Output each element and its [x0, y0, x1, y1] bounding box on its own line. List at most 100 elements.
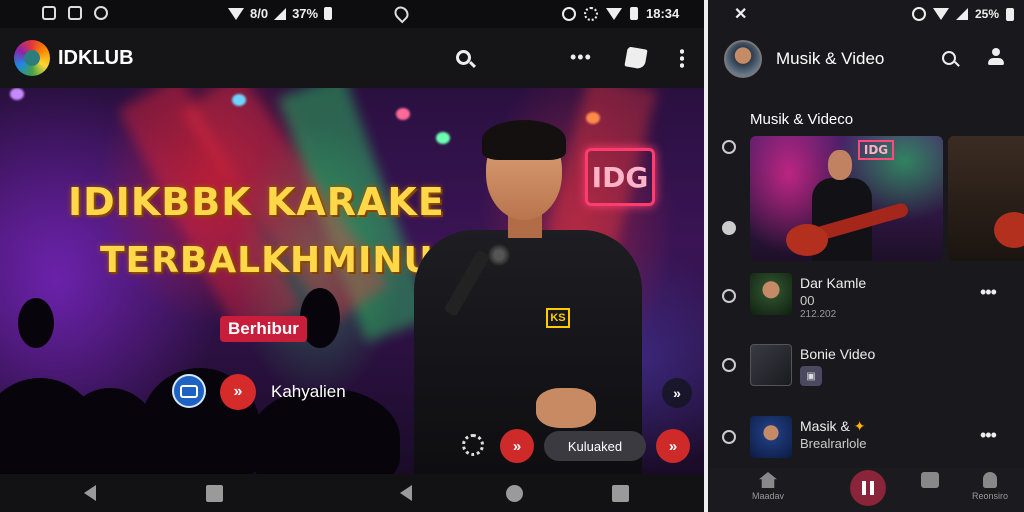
- section-heading: Musik & Videco: [750, 111, 854, 128]
- system-indicators: 8/0 37%: [228, 6, 333, 21]
- back-icon-2[interactable]: [400, 485, 412, 501]
- microphone-head: [488, 244, 510, 266]
- app-title: IDKLUB: [58, 47, 134, 69]
- bottom-nav: Maadav Reonsiro: [708, 468, 1024, 512]
- tab-account[interactable]: Reonsiro: [960, 472, 1020, 501]
- hero-video[interactable]: IDG IDIKBBK KARAKE TERBALKHMINU Berhibur…: [0, 88, 704, 474]
- guitar-body: [786, 224, 828, 256]
- account-icon: [983, 472, 997, 488]
- app-bar-right: Musik & Video: [708, 34, 1024, 82]
- gallery-icon: [42, 6, 56, 20]
- back-icon[interactable]: [84, 485, 96, 501]
- singer-hand: [536, 388, 596, 428]
- hero-title-line1: IDIKBBK KARAKE: [68, 180, 445, 224]
- action-pill[interactable]: Kuluaked: [544, 431, 646, 461]
- status-bar-right: ✕ 25%: [708, 0, 1024, 28]
- singer-figure: KS: [398, 118, 648, 474]
- player-controls: » Kuluaked »: [450, 428, 700, 464]
- battery-icon-right: [1006, 7, 1015, 21]
- thumbnail-sign: IDG: [858, 140, 894, 160]
- settings-icon[interactable]: [462, 434, 484, 456]
- notification-icons: [42, 6, 108, 20]
- item-subtitle: 00: [800, 293, 815, 308]
- tab-home-label: Maadav: [751, 491, 785, 501]
- video-caption: Kahyalien: [271, 382, 346, 401]
- next-button[interactable]: »: [500, 429, 534, 463]
- next-video-thumbnail[interactable]: [948, 136, 1024, 261]
- guitar-shape: [994, 212, 1024, 248]
- audio-icon[interactable]: [722, 221, 736, 235]
- battery-level-text: 8/0: [250, 6, 269, 21]
- battery-percent: 37%: [292, 6, 319, 21]
- shirt-logo: KS: [546, 308, 570, 328]
- photo-icon: [68, 6, 82, 20]
- signal-icon: [274, 7, 287, 20]
- refresh-icon[interactable]: [722, 140, 736, 154]
- status-right: 18:34: [562, 6, 679, 21]
- cast-button[interactable]: [172, 374, 206, 408]
- nfc-icon: [94, 6, 108, 20]
- item-title: Bonie Video: [800, 346, 876, 362]
- search-icon-side[interactable]: [722, 358, 736, 372]
- skip-forward-button[interactable]: »: [656, 429, 690, 463]
- item-badge-icon: ▣: [800, 366, 822, 386]
- battery-percent-right: 25%: [975, 7, 1000, 21]
- crowd-silhouette: [18, 298, 54, 348]
- hero-title-line2: TERBALKHMINU: [100, 240, 434, 281]
- item-title-text: Masik &: [800, 418, 850, 434]
- list-item[interactable]: Dar Kamle 00 212.202 •••: [750, 273, 1024, 321]
- alarm-icon: [562, 6, 576, 21]
- wifi-icon-2: [606, 7, 622, 20]
- comment-icon[interactable]: [722, 289, 736, 303]
- skip-button[interactable]: »: [662, 378, 692, 408]
- app-logo[interactable]: [14, 40, 50, 76]
- library-icon: [921, 472, 939, 488]
- list-item[interactable]: Masik & ✦ Brealrarlole •••: [750, 416, 1024, 464]
- tab-library[interactable]: [900, 472, 960, 491]
- item-thumbnail: [750, 416, 792, 458]
- page-title: Musik & Video: [776, 49, 885, 68]
- guitarist-head: [828, 150, 852, 180]
- home-icon-tab: [759, 472, 777, 488]
- search-icon-right[interactable]: [942, 51, 956, 65]
- item-more-icon[interactable]: •••: [980, 426, 997, 444]
- pause-button[interactable]: [850, 470, 886, 506]
- right-phone: ✕ 25% Musik & Video Musik & Videco IDG D…: [708, 0, 1024, 512]
- extensions-icon[interactable]: [624, 46, 648, 70]
- more-horizontal-icon[interactable]: •••: [570, 48, 592, 66]
- forward-button[interactable]: »: [220, 374, 256, 410]
- list-item[interactable]: Bonie Video ▣: [750, 344, 1024, 392]
- avatar[interactable]: [724, 40, 762, 78]
- wifi-icon-right: [933, 8, 949, 20]
- system-nav-bar: [0, 474, 704, 512]
- battery-icon: [324, 7, 333, 20]
- search-icon[interactable]: [456, 50, 471, 65]
- clock: 18:34: [646, 6, 680, 21]
- tab-account-label: Reonsiro: [971, 491, 1009, 501]
- signal-icon-right: [956, 8, 968, 20]
- recents-icon[interactable]: [206, 485, 223, 502]
- alarm-icon-right: [912, 7, 926, 21]
- wifi-icon: [228, 7, 244, 20]
- item-subtitle: Brealrarlole: [800, 436, 867, 451]
- featured-video-thumbnail[interactable]: IDG: [750, 136, 943, 261]
- sparkle-icon: ✦: [853, 418, 866, 434]
- profile-icon[interactable]: [988, 48, 1004, 66]
- close-icon[interactable]: ✕: [734, 4, 747, 24]
- stage-light: [232, 94, 246, 106]
- singer-hair: [482, 120, 566, 160]
- sync-icon: [584, 6, 598, 21]
- item-more-icon[interactable]: •••: [980, 283, 997, 301]
- battery-icon-2: [630, 7, 638, 20]
- app-bar: IDKLUB •••: [0, 28, 704, 88]
- zoom-icon[interactable]: [722, 430, 736, 444]
- home-icon[interactable]: [506, 485, 523, 502]
- status-indicators-right: 25%: [912, 7, 1015, 21]
- overflow-menu-icon[interactable]: [680, 48, 684, 68]
- tab-home[interactable]: Maadav: [738, 472, 798, 501]
- left-phone: 8/0 37% 18:34 IDKLUB ••• IDG IDIKBBK KAR…: [0, 0, 704, 512]
- item-thumbnail: [750, 273, 792, 315]
- item-thumbnail: [750, 344, 792, 386]
- recents-icon-2[interactable]: [612, 485, 629, 502]
- location-icon: [391, 3, 412, 24]
